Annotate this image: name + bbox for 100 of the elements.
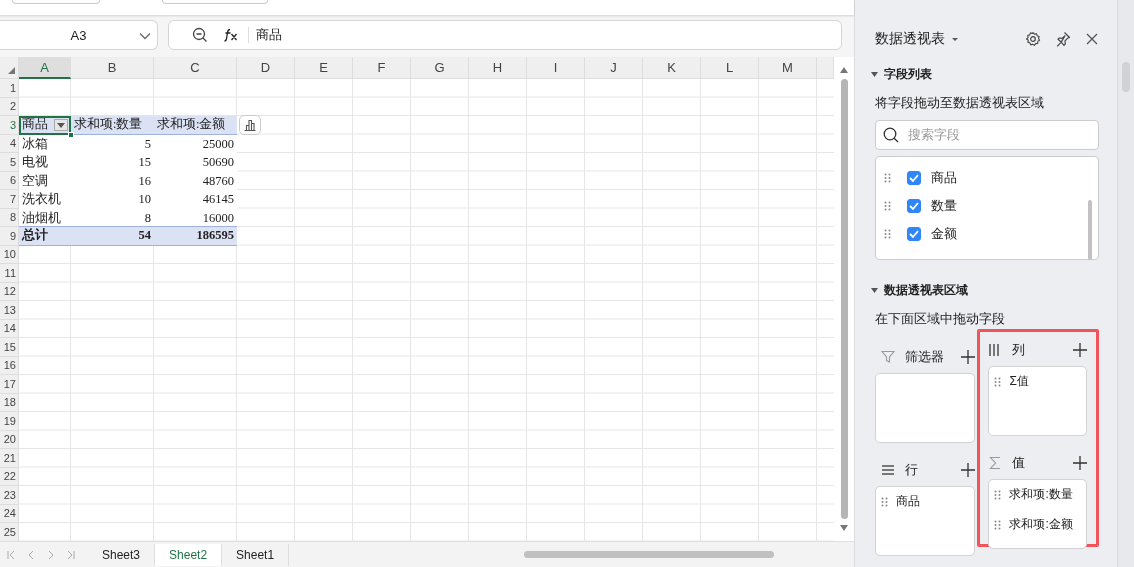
drop-zone[interactable]: Σ值 [988, 366, 1087, 436]
caret-icon[interactable] [952, 37, 958, 41]
scroll-thumb[interactable] [840, 79, 848, 519]
caret-icon [57, 122, 65, 128]
next-sheet-icon[interactable] [46, 549, 56, 560]
column-header[interactable]: F [353, 57, 411, 79]
column-header[interactable]: A [19, 57, 71, 79]
column-header[interactable]: E [295, 57, 353, 79]
area-label: 列 [1012, 341, 1027, 359]
column-header[interactable]: C [154, 57, 237, 79]
row-header[interactable]: 7 [0, 190, 19, 209]
column-header[interactable]: I [527, 57, 585, 79]
section-title[interactable]: 字段列表 [884, 66, 932, 83]
column-header[interactable]: G [411, 57, 469, 79]
horizontal-scrollbar[interactable] [524, 551, 774, 558]
table-cell: 186595 [154, 226, 237, 246]
area-field[interactable]: 商品 [896, 493, 920, 510]
row-header[interactable]: 19 [0, 412, 19, 431]
zoom-out-icon[interactable] [192, 27, 208, 43]
column-header[interactable]: D [237, 57, 295, 79]
drop-zone[interactable]: 商品 [875, 486, 976, 556]
row-header[interactable]: 13 [0, 301, 19, 320]
drag-handle-icon[interactable] [881, 496, 888, 507]
pivot-chart-button[interactable] [239, 115, 261, 135]
table-cell: 16 [71, 171, 154, 191]
table-cell: 10 [71, 190, 154, 210]
row-header[interactable]: 11 [0, 264, 19, 283]
checkbox[interactable] [907, 171, 921, 185]
add-icon[interactable] [961, 463, 976, 477]
first-sheet-icon[interactable] [6, 549, 16, 560]
select-all-button[interactable] [0, 57, 19, 79]
table-cell: 求和项:数量 [71, 116, 154, 135]
row-header[interactable]: 21 [0, 449, 19, 468]
column-header[interactable]: L [701, 57, 759, 79]
table-cell: 54 [71, 226, 154, 246]
table-cell: 总计 [19, 226, 71, 246]
table-cell: 46145 [154, 190, 237, 210]
section-title[interactable]: 数据透视表区域 [884, 282, 968, 299]
collapse-icon[interactable] [871, 287, 878, 294]
drag-handle-icon[interactable] [884, 201, 891, 211]
name-box[interactable]: A3 [0, 20, 158, 50]
panel-title[interactable]: 数据透视表 [875, 30, 945, 48]
column-header[interactable]: H [469, 57, 527, 79]
drag-handle-icon[interactable] [994, 376, 1002, 387]
add-icon[interactable] [1073, 343, 1087, 357]
drag-handle-icon[interactable] [994, 519, 1002, 530]
area-label: 筛选器 [905, 348, 945, 366]
fill-handle[interactable] [68, 131, 74, 138]
hint-text: 将字段拖动至数据透视表区域 [875, 95, 1045, 112]
row-header[interactable]: 23 [0, 486, 19, 505]
area-field[interactable]: 求和项:数量 [1009, 486, 1073, 503]
row-header[interactable]: 15 [0, 338, 19, 357]
field-name: 商品 [931, 169, 957, 187]
column-header[interactable]: J [585, 57, 643, 79]
rows-icon [881, 463, 895, 477]
vertical-scrollbar[interactable] [834, 57, 854, 541]
drag-handle-icon[interactable] [884, 173, 891, 183]
last-sheet-icon[interactable] [66, 549, 76, 560]
column-header[interactable]: B [71, 57, 154, 79]
up-arrow-icon[interactable] [840, 67, 848, 73]
chevron-down-icon [139, 32, 151, 40]
add-icon[interactable] [1073, 456, 1087, 470]
checkbox[interactable] [907, 199, 921, 213]
area-label: 行 [905, 461, 919, 479]
function-icon[interactable] [223, 28, 239, 42]
table-cell: 空调 [19, 171, 71, 191]
row-header[interactable]: 5 [0, 153, 19, 172]
drag-handle-icon[interactable] [994, 489, 1002, 500]
row-header[interactable]: 1 [0, 79, 19, 98]
table-cell: 求和项:金额 [154, 116, 237, 135]
drop-zone[interactable]: 求和项:数量 求和项:金额 [988, 479, 1087, 549]
settings-icon[interactable] [1025, 31, 1041, 47]
chart-icon [243, 118, 257, 132]
hint-text: 在下面区域中拖动字段 [875, 311, 1006, 328]
table-cell: 洗衣机 [19, 190, 71, 210]
area-field[interactable]: 求和项:金额 [1009, 516, 1073, 533]
previous-sheet-icon[interactable] [26, 549, 36, 560]
add-icon[interactable] [961, 350, 976, 364]
area-field[interactable]: Σ值 [1009, 373, 1029, 390]
formula-field[interactable]: 商品 [168, 20, 842, 50]
checkbox[interactable] [907, 227, 921, 241]
down-arrow-icon[interactable] [840, 525, 848, 531]
column-header[interactable]: K [643, 57, 701, 79]
table-cell: 15 [71, 153, 154, 173]
collapse-icon[interactable] [871, 71, 878, 78]
filter-dropdown-button[interactable] [54, 119, 68, 132]
field-name: 数量 [931, 197, 957, 215]
drag-handle-icon[interactable] [884, 229, 891, 239]
row-header[interactable]: 25 [0, 523, 19, 541]
close-icon[interactable] [1085, 32, 1099, 46]
row-header[interactable]: 3 [0, 116, 19, 135]
sheet-tab[interactable]: Sheet1 [222, 543, 290, 566]
search-field[interactable]: 搜索字段 [875, 120, 1099, 150]
column-header[interactable]: M [759, 57, 817, 79]
search-icon [883, 127, 899, 143]
pin-icon[interactable] [1055, 31, 1071, 47]
row-header[interactable]: 17 [0, 375, 19, 394]
scroll-thumb[interactable] [1088, 200, 1092, 260]
sheet-tab[interactable]: Sheet2 [155, 543, 223, 566]
row-header[interactable]: 9 [0, 227, 19, 246]
